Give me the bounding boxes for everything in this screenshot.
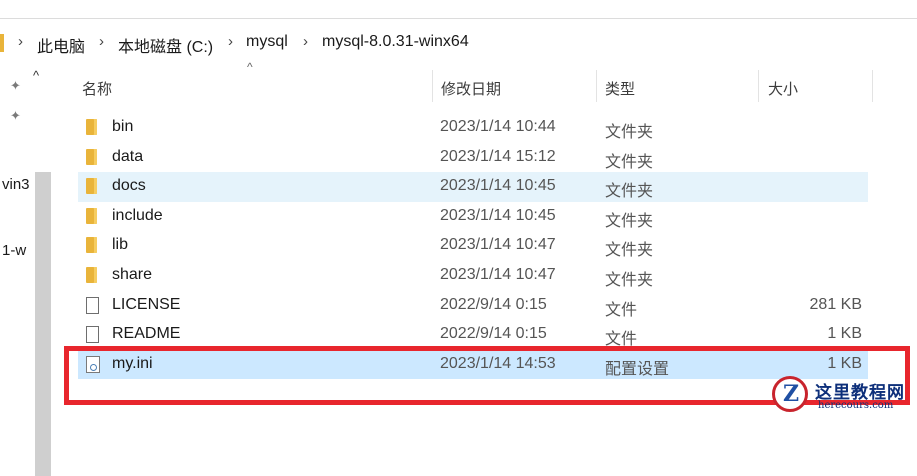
breadcrumb-mysql-folder[interactable]: mysql-8.0.31-winx64 — [322, 33, 469, 51]
folder-icon — [86, 148, 97, 165]
file-modified: 2022/9/14 0:15 — [440, 295, 547, 313]
file-name: data — [112, 147, 144, 165]
file-row-license[interactable]: LICENSE 2022/9/14 0:15 文件 281 KB — [78, 291, 868, 321]
file-row-share[interactable]: share 2023/1/14 10:47 文件夹 — [78, 261, 868, 291]
file-row-bin[interactable]: bin 2023/1/14 10:44 文件夹 — [78, 113, 868, 143]
column-header-name[interactable]: 名称 — [82, 78, 112, 99]
address-bar-folder-icon — [0, 34, 4, 52]
breadcrumb-mysql[interactable]: mysql — [246, 33, 288, 51]
chevron-right-icon[interactable]: › — [18, 33, 23, 50]
file-type: 文件夹 — [605, 183, 654, 201]
file-icon — [86, 296, 99, 314]
watermark-logo: Z 这里教程网 herecours.com — [768, 374, 917, 418]
file-row-docs[interactable]: docs 2023/1/14 10:45 文件夹 — [78, 172, 868, 202]
file-modified: 2023/1/14 10:47 — [440, 265, 556, 283]
file-name: share — [112, 265, 153, 283]
file-name: LICENSE — [112, 295, 181, 313]
chevron-right-icon[interactable]: › — [303, 33, 308, 50]
scroll-up-icon[interactable]: ^ — [33, 68, 39, 83]
file-name: docs — [112, 177, 146, 195]
folder-icon — [86, 266, 97, 283]
file-name: include — [112, 206, 163, 224]
folder-icon — [86, 178, 97, 195]
breadcrumb-this-pc[interactable]: 此电脑 — [37, 33, 85, 57]
column-header-type[interactable]: 类型 — [605, 78, 635, 99]
file-icon — [86, 326, 99, 344]
sort-ascending-icon: ^ — [247, 60, 253, 74]
file-list: bin 2023/1/14 10:44 文件夹 data 2023/1/14 1… — [78, 113, 868, 380]
address-bar[interactable]: › 此电脑 › 本地磁盘 (C:) › mysql › mysql-8.0.31… — [0, 30, 917, 58]
folder-icon — [86, 119, 97, 135]
file-modified: 2023/1/14 10:44 — [440, 118, 556, 135]
folder-icon — [86, 237, 97, 254]
file-modified: 2023/1/14 15:12 — [440, 147, 556, 165]
nav-item[interactable]: vin3 — [2, 176, 30, 193]
column-header-modified[interactable]: 修改日期 — [441, 78, 501, 99]
column-divider[interactable] — [432, 70, 433, 102]
column-divider[interactable] — [596, 70, 597, 102]
breadcrumb-local-disk[interactable]: 本地磁盘 (C:) — [118, 33, 213, 57]
watermark-domain: herecours.com — [818, 400, 894, 411]
file-row-include[interactable]: include 2023/1/14 10:45 文件夹 — [78, 202, 868, 232]
file-name: README — [112, 325, 181, 343]
file-type: 文件夹 — [605, 242, 654, 260]
file-row-data[interactable]: data 2023/1/14 15:12 文件夹 — [78, 143, 868, 173]
file-type: 文件 — [605, 301, 638, 319]
file-type: 文件夹 — [605, 124, 654, 141]
navigation-pane[interactable]: ✦ ✦ ^ vin3 1-w — [0, 64, 52, 476]
column-divider[interactable] — [758, 70, 759, 102]
chevron-right-icon[interactable]: › — [99, 33, 104, 50]
file-row-lib[interactable]: lib 2023/1/14 10:47 文件夹 — [78, 231, 868, 261]
file-name: bin — [112, 118, 134, 135]
file-modified: 2023/1/14 10:47 — [440, 236, 556, 254]
file-name: lib — [112, 236, 129, 254]
nav-item[interactable]: 1-w — [2, 242, 26, 259]
logo-letter: Z — [783, 381, 800, 407]
top-divider — [0, 18, 917, 19]
file-modified: 2023/1/14 10:45 — [440, 177, 556, 195]
chevron-right-icon[interactable]: › — [228, 33, 233, 50]
file-size: 1 KB — [827, 325, 862, 343]
pin-icon[interactable]: ✦ — [10, 108, 21, 124]
column-header-row: ^ 名称 修改日期 类型 大小 — [60, 60, 917, 106]
file-modified: 2022/9/14 0:15 — [440, 325, 547, 343]
column-divider[interactable] — [872, 70, 873, 102]
file-type: 文件夹 — [605, 212, 654, 230]
file-size: 281 KB — [809, 295, 862, 313]
nav-scrollbar[interactable] — [35, 172, 51, 476]
pin-icon[interactable]: ✦ — [10, 78, 21, 94]
folder-icon — [86, 207, 97, 224]
column-header-size[interactable]: 大小 — [768, 78, 798, 99]
file-modified: 2023/1/14 10:45 — [440, 206, 556, 224]
file-type: 文件夹 — [605, 271, 654, 289]
file-type: 文件夹 — [605, 153, 654, 171]
